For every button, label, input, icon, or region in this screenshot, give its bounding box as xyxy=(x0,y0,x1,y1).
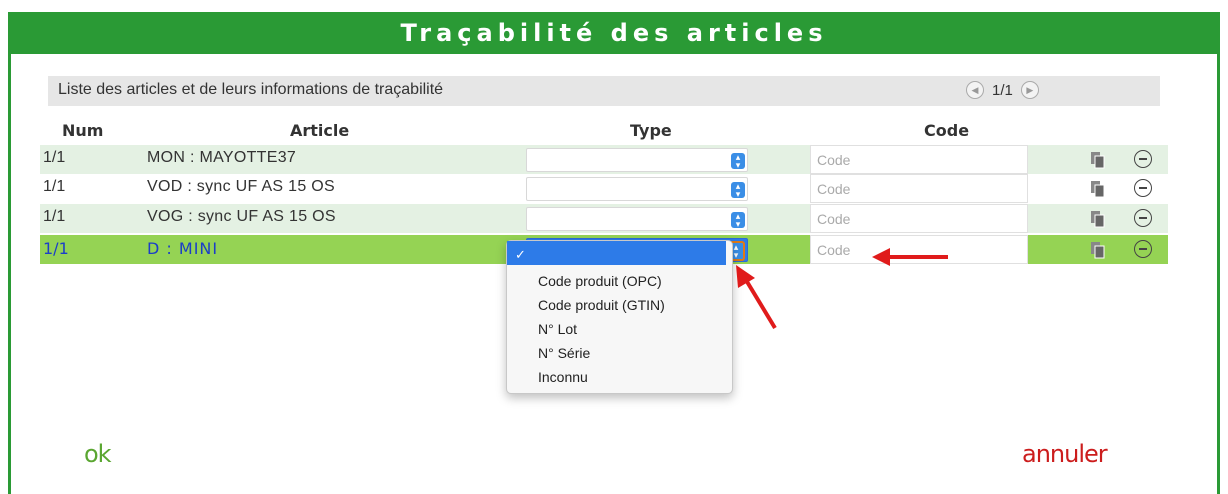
table-row: 1/1 VOD : sync UF AS 15 OS ▴ ▾ Code xyxy=(40,174,1168,203)
select-arrows-icon: ▴ ▾ xyxy=(731,182,745,199)
row-article: VOG : sync UF AS 15 OS xyxy=(147,208,336,225)
annotation-arrow-left-icon xyxy=(872,248,948,266)
row-num: 1/1 xyxy=(43,208,66,225)
copy-icon[interactable] xyxy=(1090,180,1106,198)
select-arrows-icon: ▴ ▾ xyxy=(731,153,745,170)
remove-row-icon[interactable] xyxy=(1134,240,1152,258)
type-select[interactable]: ▴ ▾ xyxy=(526,177,748,201)
dropdown-option[interactable]: N° Lot xyxy=(538,321,577,337)
remove-row-icon[interactable] xyxy=(1134,179,1152,197)
row-article: VOD : sync UF AS 15 OS xyxy=(147,178,335,195)
select-arrows-icon: ▴ ▾ xyxy=(731,212,745,229)
dropdown-option-empty-selected[interactable]: ✓ xyxy=(507,241,726,265)
dropdown-option[interactable]: Inconnu xyxy=(538,369,588,385)
pager: ◀ 1/1 ▶ xyxy=(966,81,1039,99)
row-num: 1/1 xyxy=(43,239,69,258)
column-header-code: Code xyxy=(924,121,970,140)
ok-button[interactable]: ok xyxy=(84,440,112,468)
cancel-button[interactable]: annuler xyxy=(1022,440,1108,468)
row-num: 1/1 xyxy=(43,149,66,166)
dropdown-option[interactable]: Code produit (OPC) xyxy=(538,273,662,289)
list-header-label: Liste des articles et de leurs informati… xyxy=(58,81,444,98)
type-select[interactable]: ▴ ▾ xyxy=(526,148,748,172)
page-indicator: 1/1 xyxy=(992,81,1013,99)
list-header-bar: Liste des articles et de leurs informati… xyxy=(48,76,1160,106)
annotation-arrow-up-icon xyxy=(736,265,777,330)
row-article: MON : MAYOTTE37 xyxy=(147,149,297,166)
code-input[interactable]: Code xyxy=(810,174,1028,203)
type-select[interactable]: ▴ ▾ xyxy=(526,207,748,231)
remove-row-icon[interactable] xyxy=(1134,209,1152,227)
dialog-title: Traçabilité des articles xyxy=(8,12,1220,54)
row-num: 1/1 xyxy=(43,178,66,195)
code-input[interactable]: Code xyxy=(810,145,1028,174)
checkmark-icon: ✓ xyxy=(515,247,526,262)
remove-row-icon[interactable] xyxy=(1134,150,1152,168)
dropdown-option[interactable]: Code produit (GTIN) xyxy=(538,297,665,313)
row-article: D : MINI xyxy=(147,239,219,258)
table-row: 1/1 MON : MAYOTTE37 ▴ ▾ Code xyxy=(40,145,1168,174)
previous-page-icon[interactable]: ◀ xyxy=(966,81,984,99)
type-dropdown-menu: ✓ Code produit (OPC) Code produit (GTIN)… xyxy=(506,240,733,394)
copy-icon[interactable] xyxy=(1090,151,1106,169)
copy-icon[interactable] xyxy=(1090,241,1106,259)
table-row: 1/1 VOG : sync UF AS 15 OS ▴ ▾ Code xyxy=(40,204,1168,233)
column-header-type: Type xyxy=(630,121,672,140)
copy-icon[interactable] xyxy=(1090,210,1106,228)
code-input[interactable]: Code xyxy=(810,204,1028,233)
next-page-icon[interactable]: ▶ xyxy=(1020,81,1039,99)
dropdown-option[interactable]: N° Série xyxy=(538,345,590,361)
column-header-num: Num xyxy=(62,121,104,140)
column-header-article: Article xyxy=(290,121,350,140)
